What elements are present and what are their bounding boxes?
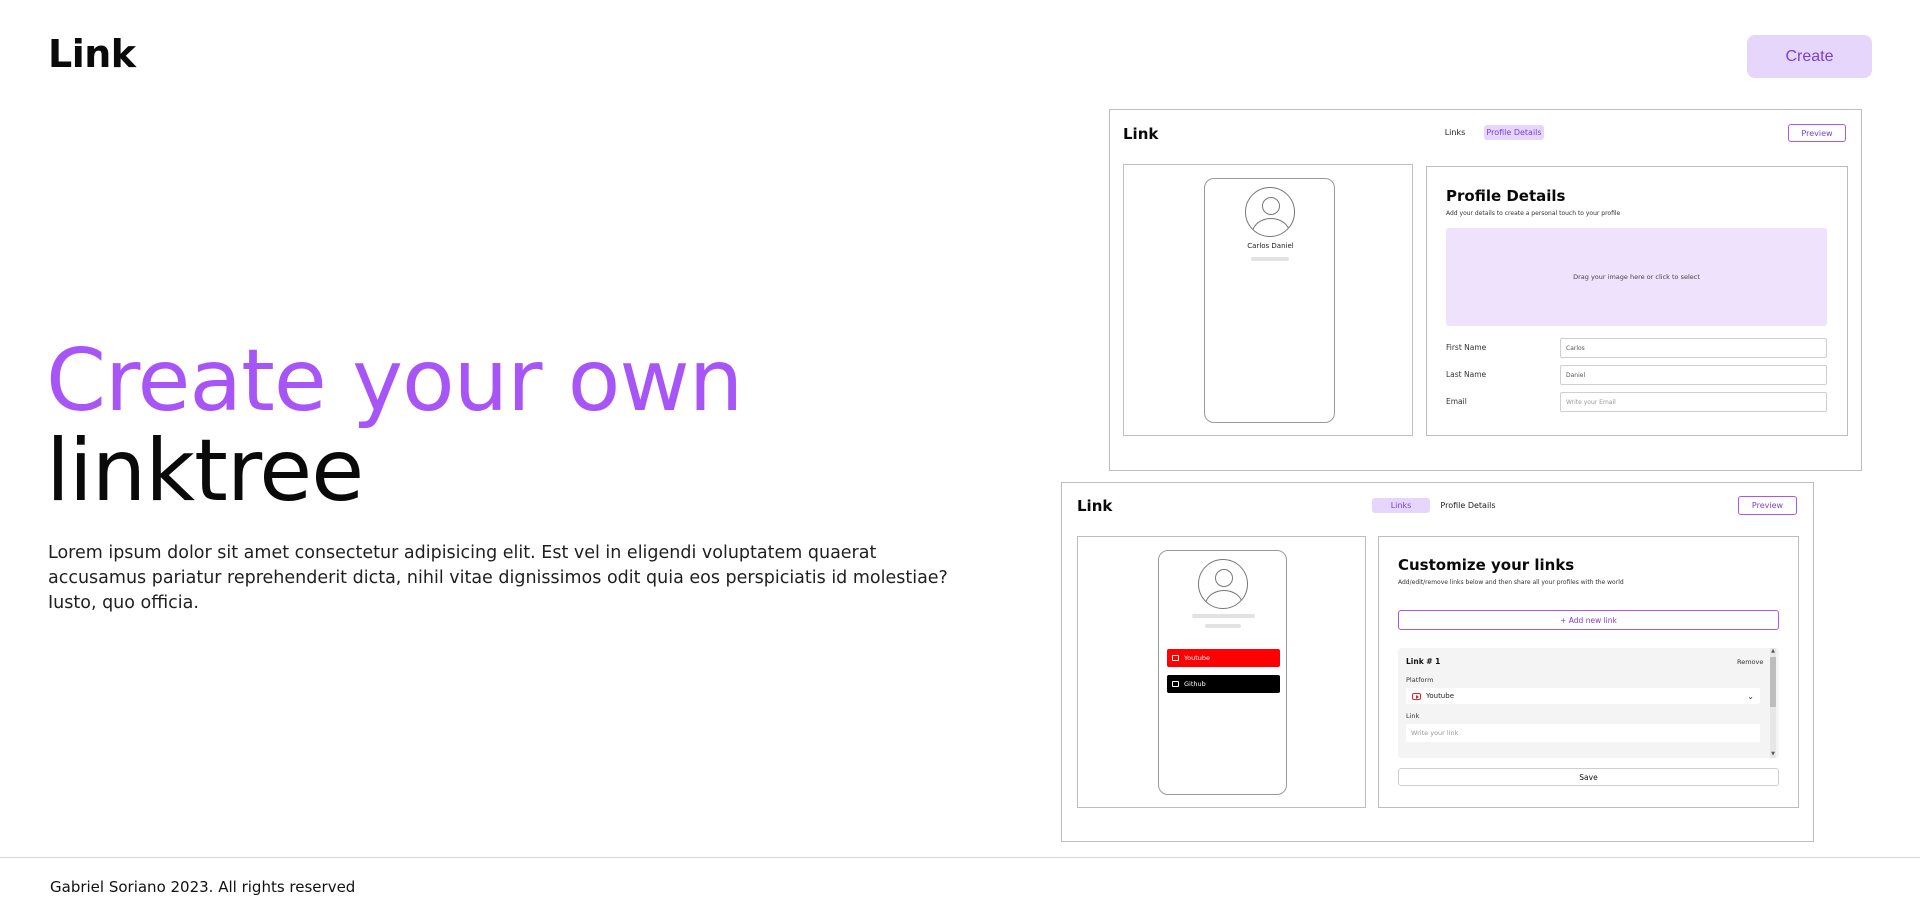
link-card: Link # 1 Remove Platform Youtube ⌄ Link … <box>1398 648 1779 758</box>
form-subtitle: Add your details to create a personal to… <box>1446 210 1621 217</box>
phone-link-label: Github <box>1184 680 1206 688</box>
hero-title-main: linktree <box>46 421 364 521</box>
links-editor-panel: Customize your links Add/edit/remove lin… <box>1378 536 1799 808</box>
hero-title-accent: Create your own <box>46 331 743 431</box>
save-button[interactable]: Save <box>1398 768 1779 786</box>
image-dropzone[interactable]: Drag your image here or click to select <box>1446 228 1827 326</box>
tab-links[interactable]: Links <box>1372 498 1430 513</box>
scroll-down-icon[interactable]: ▼ <box>1770 751 1776 757</box>
platform-select-value: Youtube <box>1426 692 1454 700</box>
site-logo[interactable]: Link <box>48 32 136 76</box>
profile-form-panel: Profile Details Add your details to crea… <box>1426 166 1848 436</box>
editor-subtitle: Add/edit/remove links below and then sha… <box>1398 579 1624 586</box>
phone-link-label: Youtube <box>1184 654 1210 662</box>
tab-links[interactable]: Links <box>1435 125 1475 140</box>
last-name-label: Last Name <box>1446 370 1487 379</box>
phone-link-github[interactable]: Github <box>1167 675 1280 693</box>
first-name-label: First Name <box>1446 343 1487 352</box>
first-name-field[interactable]: Carlos <box>1560 338 1827 358</box>
tab-profile-details[interactable]: Profile Details <box>1484 125 1544 140</box>
link-label: Link <box>1406 712 1420 720</box>
mockup-logo: Link <box>1123 125 1159 143</box>
chevron-down-icon: ⌄ <box>1747 691 1754 701</box>
phone-placeholder-bar <box>1251 257 1289 261</box>
hero-title: Create your own linktree <box>46 331 743 521</box>
customize-links-mockup: Link Links Profile Details Preview Youtu… <box>1061 482 1814 842</box>
create-button[interactable]: Create <box>1747 35 1872 78</box>
phone-profile-name: Carlos Daniel <box>1247 242 1294 250</box>
platform-label: Platform <box>1406 676 1434 684</box>
scrollbar-thumb[interactable] <box>1770 657 1776 707</box>
profile-details-mockup: Link Links Profile Details Preview Carlo… <box>1109 109 1862 471</box>
youtube-icon <box>1412 692 1421 700</box>
tab-profile-details[interactable]: Profile Details <box>1438 498 1498 513</box>
phone-frame: Youtube Github <box>1158 550 1287 795</box>
phone-preview-panel: Carlos Daniel <box>1123 164 1413 436</box>
footer-copyright: Gabriel Soriano 2023. All rights reserve… <box>50 878 356 896</box>
email-field[interactable]: Write your Email <box>1560 392 1827 412</box>
phone-preview-panel: Youtube Github <box>1077 536 1366 808</box>
last-name-field[interactable]: Daniel <box>1560 365 1827 385</box>
preview-button[interactable]: Preview <box>1788 124 1846 142</box>
phone-frame: Carlos Daniel <box>1204 178 1335 423</box>
github-icon <box>1172 681 1179 687</box>
scroll-up-icon[interactable]: ▲ <box>1770 648 1776 654</box>
remove-link-button[interactable]: Remove <box>1737 658 1763 666</box>
mockup-logo: Link <box>1077 497 1113 515</box>
youtube-icon <box>1172 655 1179 661</box>
footer-divider <box>0 857 1920 858</box>
preview-button[interactable]: Preview <box>1738 496 1797 515</box>
phone-placeholder-bar <box>1205 624 1241 628</box>
avatar-icon <box>1198 559 1248 609</box>
avatar-icon <box>1245 187 1295 237</box>
add-new-link-button[interactable]: + Add new link <box>1398 610 1779 630</box>
phone-link-youtube[interactable]: Youtube <box>1167 649 1280 667</box>
email-label: Email <box>1446 397 1467 406</box>
editor-title: Customize your links <box>1398 556 1575 574</box>
phone-placeholder-bar <box>1192 614 1255 618</box>
platform-select[interactable]: Youtube ⌄ <box>1406 688 1760 704</box>
form-title: Profile Details <box>1446 187 1566 205</box>
link-card-title: Link # 1 <box>1406 657 1441 666</box>
hero-description: Lorem ipsum dolor sit amet consectetur a… <box>48 543 948 613</box>
link-url-input[interactable]: Write your link <box>1406 724 1760 742</box>
